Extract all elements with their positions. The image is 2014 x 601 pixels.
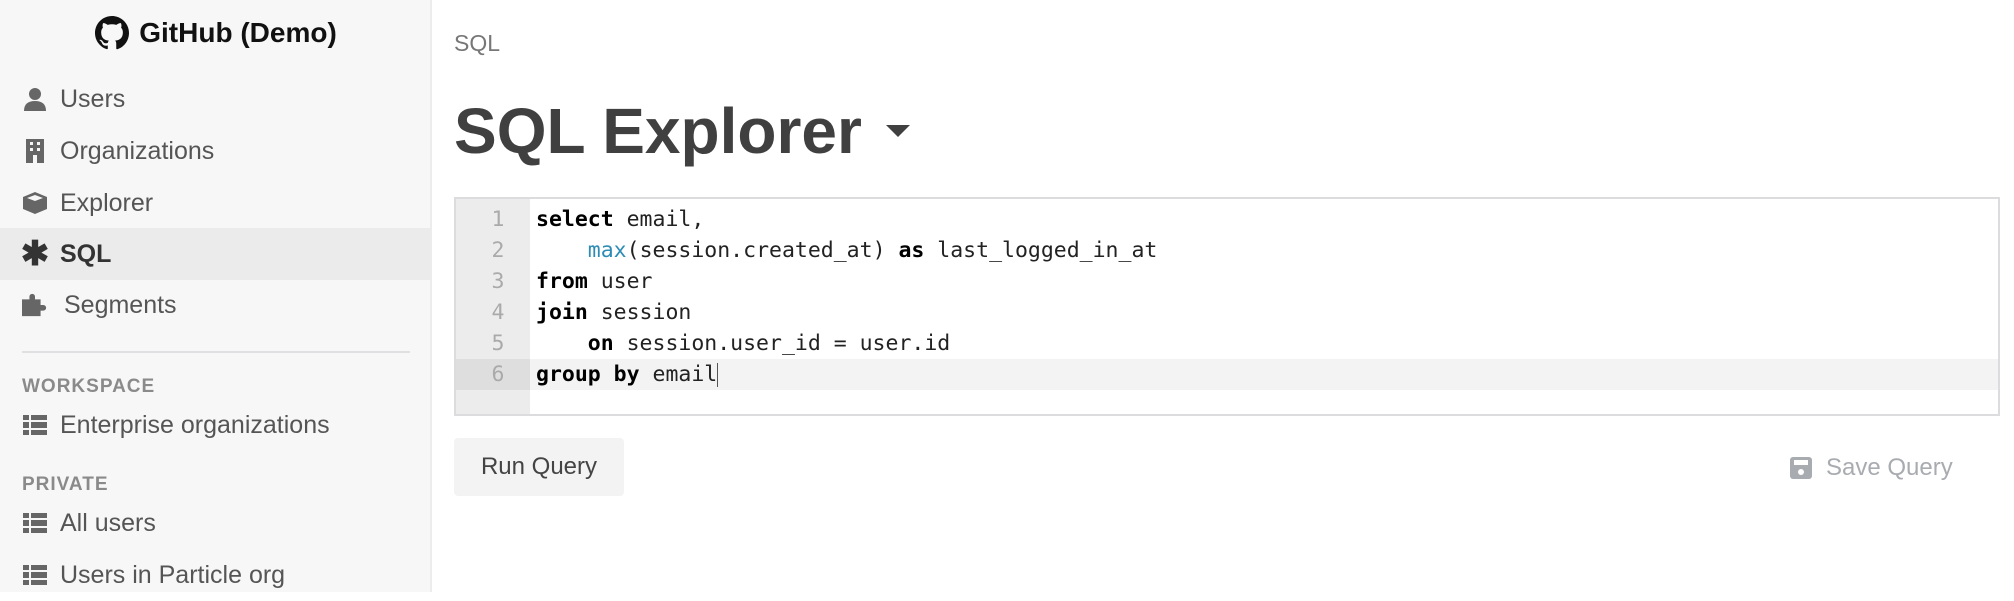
page-title-text: SQL Explorer [454,95,862,167]
sidebar-item-all-users[interactable]: All users [0,497,430,549]
sql-keyword: from [536,269,588,294]
table-list-icon [22,562,48,588]
sidebar-item-label: All users [60,508,156,537]
sidebar-item-label: SQL [60,239,112,268]
line-number: 5 [491,331,505,356]
sidebar-item-users-in-particle-org[interactable]: Users in Particle org [0,549,430,601]
sql-function: max [587,238,627,263]
sql-token: session.user_id = user.id [613,331,951,356]
code-text: max(session.created_at) as last_logged_i… [536,235,1158,266]
sidebar: GitHub (Demo) Users Organizations Explor… [0,0,432,592]
code-text: on session.user_id = user.id [536,328,950,359]
sql-keyword: select [536,207,614,232]
sql-keyword: join [536,300,588,325]
floppy-disk-icon [1790,457,1812,479]
code-line[interactable]: 3 from user [456,266,1998,297]
line-number: 1 [491,207,505,232]
sidebar-item-label: Enterprise organizations [60,410,330,439]
save-query-button[interactable]: Save Query [1790,448,1953,488]
brand-name: GitHub (Demo) [139,17,337,48]
main-content: SQL SQL Explorer 1 select email, 2 max(ses… [434,0,2014,592]
code-line[interactable]: 6 group by email [456,359,1998,390]
breadcrumb[interactable]: SQL [454,30,500,57]
code-line[interactable]: 4 join session [456,297,1998,328]
sql-token: email, [613,207,705,232]
sql-keyword: on [587,331,614,356]
sidebar-item-segments[interactable]: Segments [0,279,430,331]
sql-token: (session.created_at) [626,238,899,263]
sql-token: session [587,300,692,325]
workspace-brand[interactable]: GitHub (Demo) [0,16,432,50]
section-heading-private: PRIVATE [22,474,109,495]
line-number: 4 [491,300,505,325]
puzzle-icon [22,292,48,318]
save-query-label: Save Query [1826,454,1953,481]
code-text: from user [536,266,653,297]
asterisk-icon: ✱ [20,235,50,273]
sidebar-item-sql[interactable]: ✱ SQL [0,228,430,280]
sidebar-item-label: Users [60,84,126,113]
page-title[interactable]: SQL Explorer [454,94,910,168]
line-number: 3 [491,269,505,294]
line-number: 6 [456,359,530,390]
code-text: select email, [536,204,704,235]
sql-keyword: group by [536,362,640,387]
sql-token: user [587,269,653,294]
table-list-icon [22,412,48,438]
sidebar-item-label: Users in Particle org [60,560,286,589]
line-number: 2 [491,238,505,263]
code-line[interactable]: 1 select email, [456,204,1998,235]
text-cursor [717,363,719,387]
cube-icon [22,190,48,216]
code-text: join session [536,297,691,328]
sidebar-divider [22,351,410,353]
sql-token: last_logged_in_at [924,238,1158,263]
code-text: group by email [536,359,719,390]
sidebar-item-organizations[interactable]: Organizations [0,125,430,177]
code-line[interactable]: 2 max(session.created_at) as last_logged… [456,235,1998,266]
sidebar-item-users[interactable]: Users [0,73,430,125]
sidebar-item-label: Organizations [60,136,215,165]
run-query-button[interactable]: Run Query [454,438,624,496]
github-icon [95,16,130,50]
user-icon [22,86,48,112]
sidebar-item-enterprise-organizations[interactable]: Enterprise organizations [0,399,430,451]
sidebar-item-explorer[interactable]: Explorer [0,177,430,229]
building-icon [22,138,48,164]
caret-down-icon[interactable] [885,125,910,137]
table-list-icon [22,510,48,536]
code-line[interactable]: 5 on session.user_id = user.id [456,328,1998,359]
sidebar-item-label: Explorer [60,188,154,217]
sql-editor[interactable]: 1 select email, 2 max(session.created_at) … [454,197,2000,416]
sql-token: email [639,362,718,387]
section-heading-workspace: WORKSPACE [22,376,156,397]
sidebar-item-label: Segments [64,290,177,319]
sql-keyword: as [898,238,925,263]
